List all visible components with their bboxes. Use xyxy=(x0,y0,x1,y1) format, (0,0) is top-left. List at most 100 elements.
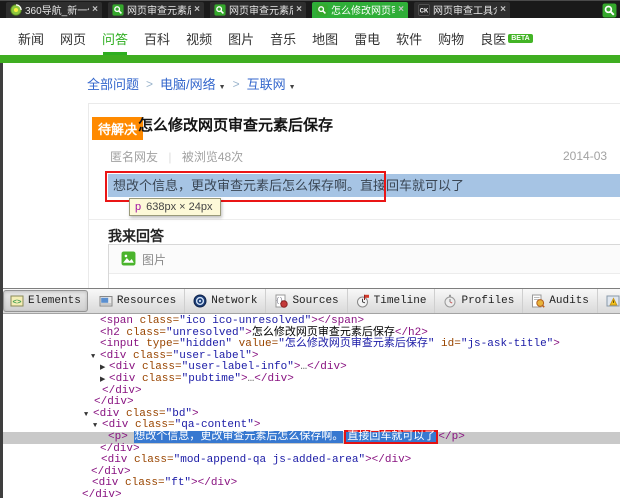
close-icon[interactable]: × xyxy=(194,4,200,15)
close-icon[interactable]: × xyxy=(92,4,98,15)
dom-token-tag: > xyxy=(192,407,199,420)
dom-tree-row[interactable]: </div> xyxy=(0,488,620,498)
image-icon xyxy=(121,251,136,266)
devtools-toolbar: <> Elements Resources Network {} Sources Timel… xyxy=(0,289,620,314)
dom-token-tag: > xyxy=(251,349,259,362)
devtools-tab-label: Timeline xyxy=(373,295,427,307)
dom-token-val: "ico ico-unresolved" xyxy=(179,315,312,327)
devtools-tab-sources[interactable]: {} Sources xyxy=(266,289,348,313)
dom-token-val: "怎么修改网页审查元素后保存" xyxy=(278,338,435,351)
browser-tab[interactable]: 网页审查元素后 × xyxy=(210,1,306,18)
devtools-tab-resources[interactable]: Resources xyxy=(91,289,186,313)
sources-icon: {} xyxy=(275,294,289,308)
browser-tab-title: 网页审查元素后 xyxy=(229,6,294,17)
devtools-tab-audits[interactable]: Audits xyxy=(523,289,598,313)
dom-token-val: "mod-append-qa js-added-area" xyxy=(173,454,366,467)
dom-token-tag: <div xyxy=(109,361,136,374)
question-views: 被浏览48次 xyxy=(181,150,244,164)
nav-item-link[interactable]: 地图 xyxy=(312,29,338,48)
devtools-elements-tree: <span class="ico ico-unresolved"></span>… xyxy=(0,314,620,498)
devtools-panel: <> Elements Resources Network {} Sources Timel… xyxy=(0,288,620,498)
devtools-tab-label: Audits xyxy=(549,295,589,307)
nav-item-link[interactable]: 软件 xyxy=(396,29,422,48)
dom-token-tag: </div> xyxy=(82,488,122,498)
browser-tab[interactable]: CK 网页审查工具介 × xyxy=(414,1,510,18)
dom-token-tag: </div> xyxy=(307,361,347,374)
dom-token-tag: <span xyxy=(100,315,134,327)
beta-badge: BETA xyxy=(508,34,533,43)
devtools-tab-elements[interactable]: <> Elements xyxy=(3,290,88,312)
nav-item-link[interactable]: 图片 xyxy=(228,29,254,48)
image-icon-slot[interactable] xyxy=(121,250,136,268)
question-author[interactable]: 匿名网友 xyxy=(110,150,158,164)
question-title: 怎么修改网页审查元素后保存 xyxy=(138,117,334,134)
nav-item-link[interactable]: 新闻 xyxy=(18,29,44,48)
nav-item-link[interactable]: 网页 xyxy=(60,29,86,48)
question-card: 待解决 怎么修改网页审查元素后保存 匿名网友 | 被浏览48次 2014-03 … xyxy=(88,103,620,288)
devtools-tab-console[interactable]: Console xyxy=(598,289,620,313)
window-left-edge xyxy=(0,63,3,498)
answer-editor[interactable]: 图片 xyxy=(108,244,620,288)
dom-token-attr: class= xyxy=(133,315,180,327)
chevron-down-icon: ▼ xyxy=(218,84,226,91)
console-icon xyxy=(606,295,620,307)
devtools-tab-label: Elements xyxy=(28,295,81,307)
nav-item-link[interactable]: 百科 xyxy=(144,29,170,48)
search-favicon-icon xyxy=(214,3,226,16)
close-icon[interactable]: × xyxy=(500,4,506,15)
dom-token-tag: > xyxy=(553,338,560,351)
devtools-tab-timeline[interactable]: Timeline xyxy=(348,289,436,313)
dom-token-tag: <div xyxy=(102,419,129,432)
profiles-icon xyxy=(444,294,456,308)
dom-tree-row[interactable]: ▶ <div class="user-label-info">…</div> xyxy=(0,362,620,374)
dom-tree-row-selected[interactable]: <p> 想改个信息，更改审查元素后怎么保存啊。 直接回车就可以了 </p> xyxy=(0,429,620,444)
dom-token-val: "bd" xyxy=(165,407,193,420)
insert-image-button[interactable]: 图片 xyxy=(142,251,166,268)
dom-token-val: "qa-content" xyxy=(174,419,254,432)
devtools-tab-profiles[interactable]: Profiles xyxy=(435,289,524,313)
question-date: 2014-03 xyxy=(563,149,608,163)
dom-token-attr: class= xyxy=(119,326,167,339)
dom-token-val: "unresolved" xyxy=(166,326,246,339)
close-icon[interactable]: × xyxy=(296,4,302,15)
devtools-tab-label: Resources xyxy=(116,295,177,307)
dom-token-sel: 想改个信息，更改审查元素后怎么保存啊。 xyxy=(134,430,344,443)
dom-tree-row[interactable]: ▼ <div class="bd"> xyxy=(0,407,620,421)
nav-item-link[interactable]: 视频 xyxy=(186,29,212,48)
breadcrumb-link[interactable]: 互联网 ▼ xyxy=(247,74,296,93)
breadcrumb-link[interactable]: 全部问题 xyxy=(87,74,139,93)
new-tab-button[interactable] xyxy=(601,3,618,18)
svg-text:CK: CK xyxy=(420,8,429,14)
dom-tree-row[interactable]: ▶ <div class="pubtime">…</div> xyxy=(0,373,620,386)
chevron-down-icon: ▼ xyxy=(288,84,296,91)
browser-tab[interactable]: 360导航_新一代× xyxy=(6,1,102,18)
nav-item-link[interactable]: 音乐 xyxy=(270,29,296,48)
elements-icon: <> xyxy=(10,295,24,307)
breadcrumb-link[interactable]: 电脑/网络 ▼ xyxy=(160,74,226,93)
resources-icon xyxy=(99,296,113,307)
page-content: 全部问题 > 电脑/网络 ▼ > 互联网 ▼ 待解决 怎么修改网页审查元素后保存 匿名网友 … xyxy=(0,63,620,288)
devtools-tab-network[interactable]: Network xyxy=(185,289,267,313)
nav-item-link[interactable]: 良医 BETA xyxy=(480,29,533,48)
close-icon[interactable]: × xyxy=(398,4,404,15)
dom-token-tag: <input xyxy=(100,338,140,351)
dom-token-tag: ></div> xyxy=(365,454,412,467)
dom-tree-row[interactable]: <input type="hidden" value="怎么修改网页审查元素后保… xyxy=(0,338,620,351)
dom-token-tag: <div xyxy=(92,477,119,490)
nav-item-link[interactable]: 雷电 xyxy=(354,29,380,48)
dom-token-tag: <div xyxy=(93,407,120,420)
nav-item-active[interactable]: 问答 xyxy=(102,29,128,55)
dom-token-val: "ft" xyxy=(164,477,192,490)
nav-item-link[interactable]: 购物 xyxy=(438,29,464,48)
browser-tab-active[interactable]: 怎么修改网页审 × xyxy=(312,1,408,18)
dom-token-val: "js-ask-title" xyxy=(460,338,554,351)
dom-token-attr: class= xyxy=(135,361,182,374)
browser-tab[interactable]: 网页审查元素后 × xyxy=(108,1,204,18)
search-favicon-icon xyxy=(112,3,124,16)
question-meta: 匿名网友 | 被浏览48次 xyxy=(110,148,243,165)
dom-token-val: "hidden" xyxy=(179,338,233,351)
dom-token-tag: </h2> xyxy=(394,326,428,339)
dom-tree-row[interactable]: </div> xyxy=(0,385,620,398)
devtools-tab-label: Profiles xyxy=(461,295,515,307)
tooltip-dimensions: 638px × 24px xyxy=(146,201,213,213)
